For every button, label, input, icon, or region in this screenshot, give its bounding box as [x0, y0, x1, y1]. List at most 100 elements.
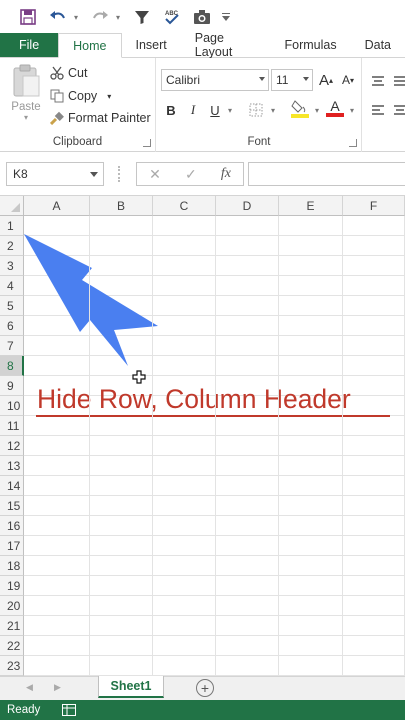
row-header-13[interactable]: 13 — [0, 456, 24, 476]
clipboard-launcher-icon[interactable] — [143, 139, 151, 147]
formula-bar-splitter[interactable] — [118, 166, 122, 182]
sheet-tab-bar: ◀ ▶ Sheet1 + — [0, 676, 405, 700]
cell-cursor-icon — [132, 370, 146, 384]
column-header-b[interactable]: B — [90, 196, 153, 216]
undo-dropdown-icon[interactable]: ▾ — [74, 13, 84, 22]
paste-button[interactable]: Paste ▾ — [8, 64, 44, 126]
column-header-d[interactable]: D — [216, 196, 279, 216]
paste-dropdown-icon[interactable]: ▾ — [8, 113, 44, 122]
tab-insert[interactable]: Insert — [122, 33, 181, 57]
row-header-15[interactable]: 15 — [0, 496, 24, 516]
grow-font-button[interactable]: A ▴ — [317, 69, 335, 91]
sheet-tab-sheet1[interactable]: Sheet1 — [98, 676, 164, 698]
copy-icon — [50, 89, 64, 103]
copy-label: Copy — [68, 89, 98, 103]
customize-icon[interactable] — [218, 3, 234, 31]
row-header-16[interactable]: 16 — [0, 516, 24, 536]
align-center-icon[interactable] — [391, 99, 405, 121]
underline-button[interactable]: U — [207, 99, 223, 121]
redo-icon[interactable] — [86, 3, 114, 31]
cut-button[interactable]: Cut — [50, 63, 87, 83]
add-sheet-icon[interactable]: + — [196, 679, 214, 697]
borders-button[interactable] — [245, 99, 267, 121]
shrink-font-button[interactable]: A ▾ — [339, 69, 357, 91]
font-size-combo[interactable]: 11 — [271, 69, 313, 91]
font-color-icon: A — [330, 98, 340, 114]
formula-bar: K8 ✕ ✓ fx — [0, 152, 405, 196]
chevron-down-icon — [259, 77, 265, 81]
quick-access-toolbar: ▾ ▾ ABC — [0, 0, 405, 34]
formula-input[interactable] — [248, 162, 405, 186]
arrow-annotation-icon — [24, 234, 158, 366]
select-all-button[interactable] — [0, 196, 24, 216]
cancel-icon[interactable]: ✕ — [149, 166, 161, 183]
status-bar: Ready — [0, 700, 405, 720]
font-name-combo[interactable]: Calibri — [161, 69, 269, 91]
scroll-right-icon[interactable]: ▶ — [54, 682, 61, 693]
enter-icon[interactable]: ✓ — [185, 166, 197, 183]
font-color-dropdown-icon[interactable]: ▾ — [347, 99, 357, 121]
alignment-group — [363, 58, 405, 152]
macro-record-icon[interactable] — [62, 704, 77, 716]
tab-home[interactable]: Home — [58, 33, 122, 58]
align-top-icon[interactable] — [369, 70, 387, 92]
clipboard-group: Paste ▾ Cut Copy ▾ Format Painter Clipbo… — [0, 58, 156, 152]
gridline-vertical — [152, 216, 153, 676]
ribbon: Paste ▾ Cut Copy ▾ Format Painter Clipbo… — [0, 58, 405, 152]
row-header-19[interactable]: 19 — [0, 576, 24, 596]
undo-icon[interactable] — [44, 3, 72, 31]
name-box[interactable]: K8 — [6, 162, 104, 186]
spelling-icon[interactable]: ABC — [158, 3, 186, 31]
shrink-font-icon: A — [341, 73, 350, 87]
fill-color-button[interactable] — [289, 97, 311, 119]
bold-button[interactable]: B — [163, 99, 179, 121]
copy-dropdown-icon[interactable]: ▾ — [107, 92, 111, 101]
status-text: Ready — [7, 704, 41, 716]
row-header-17[interactable]: 17 — [0, 536, 24, 556]
tab-formulas[interactable]: Formulas — [271, 33, 351, 57]
row-header-9[interactable]: 9 — [0, 376, 24, 396]
brush-icon — [50, 111, 64, 125]
camera-icon[interactable] — [188, 3, 216, 31]
grow-font-icon: A — [318, 71, 329, 89]
name-box-value: K8 — [13, 167, 28, 181]
column-header-e[interactable]: E — [279, 196, 343, 216]
gridline-vertical — [215, 216, 216, 676]
row-header-11[interactable]: 11 — [0, 416, 24, 436]
fill-dropdown-icon[interactable]: ▾ — [312, 99, 322, 121]
row-header-20[interactable]: 20 — [0, 596, 24, 616]
row-header-22[interactable]: 22 — [0, 636, 24, 656]
format-painter-label: Format Painter — [68, 111, 151, 125]
italic-button[interactable]: I — [185, 99, 201, 121]
row-header-21[interactable]: 21 — [0, 616, 24, 636]
underline-dropdown-icon[interactable]: ▾ — [225, 99, 235, 121]
paste-icon — [13, 64, 40, 97]
tab-data[interactable]: Data — [351, 33, 405, 57]
redo-dropdown-icon[interactable]: ▾ — [116, 13, 126, 22]
insert-function-button[interactable]: fx — [221, 166, 231, 182]
column-header-a[interactable]: A — [24, 196, 90, 216]
font-group-label: Font — [247, 136, 271, 148]
row-header-23[interactable]: 23 — [0, 656, 24, 676]
align-middle-icon[interactable] — [391, 70, 405, 92]
chevron-down-icon — [90, 172, 98, 177]
scroll-left-icon[interactable]: ◀ — [26, 682, 33, 693]
align-left-icon[interactable] — [369, 99, 387, 121]
spreadsheet-grid[interactable]: 1 2 3 4 5 6 7 8 9 10 11 12 13 14 15 16 17 18 19 20 21 22 23 Hid… — [0, 196, 405, 676]
row-header-10[interactable]: 10 — [0, 396, 24, 416]
gridline-vertical — [89, 216, 90, 676]
save-icon[interactable] — [14, 3, 42, 31]
borders-dropdown-icon[interactable]: ▾ — [268, 99, 278, 121]
filter-icon[interactable] — [128, 3, 156, 31]
row-header-14[interactable]: 14 — [0, 476, 24, 496]
font-launcher-icon[interactable] — [349, 139, 357, 147]
column-header-f[interactable]: F — [343, 196, 405, 216]
font-color-button[interactable]: A — [324, 97, 346, 119]
row-header-18[interactable]: 18 — [0, 556, 24, 576]
row-header-12[interactable]: 12 — [0, 436, 24, 456]
copy-button[interactable]: Copy ▾ — [50, 86, 111, 106]
tab-file[interactable]: File — [0, 33, 59, 57]
tab-page-layout[interactable]: Page Layout — [181, 31, 271, 59]
column-header-c[interactable]: C — [153, 196, 216, 216]
format-painter-button[interactable]: Format Painter — [50, 108, 151, 128]
